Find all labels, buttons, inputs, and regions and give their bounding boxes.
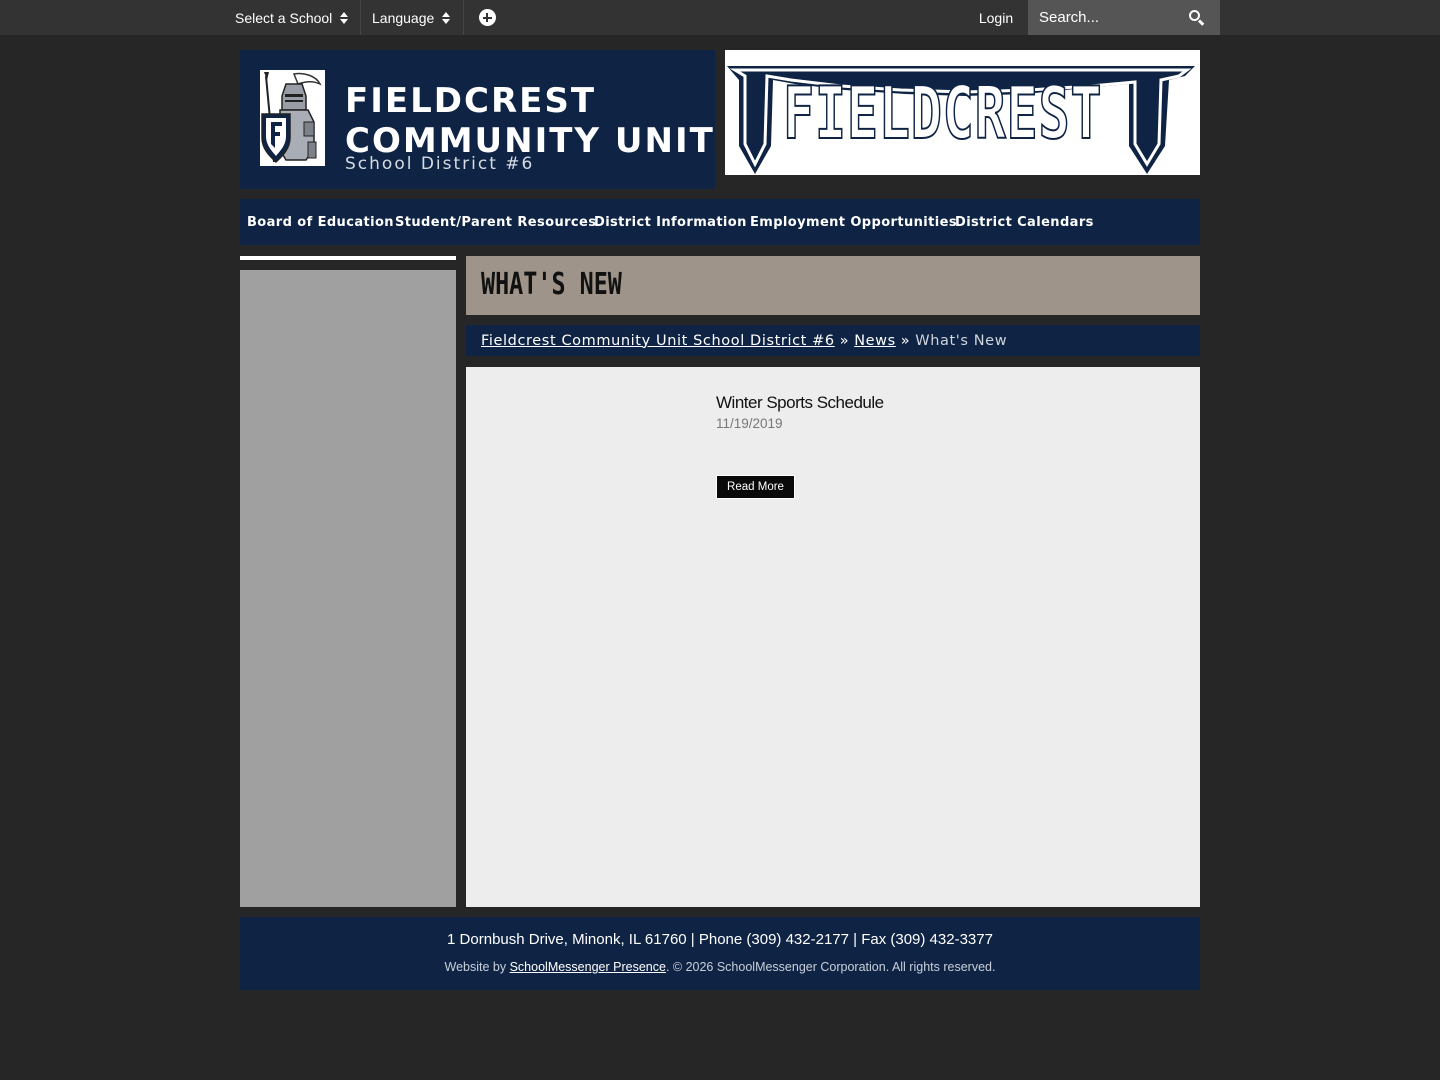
- read-more-button[interactable]: Read More: [716, 475, 795, 499]
- footer-copyright: . © 2026 SchoolMessenger Corporation. Al…: [665, 960, 996, 974]
- utility-bar: Select a School Language Login: [0, 0, 1440, 35]
- language-dropdown[interactable]: Language: [361, 0, 464, 35]
- breadcrumb-home-link[interactable]: Fieldcrest Community Unit School Distric…: [481, 333, 835, 349]
- footer: 1 Dornbush Drive, Minonk, IL 61760 | Pho…: [240, 917, 1200, 990]
- knight-crest-logo: [260, 70, 325, 166]
- sort-icon: [340, 11, 349, 24]
- nav-board-of-education[interactable]: Board of Education: [247, 199, 394, 245]
- district-name-line-1: FIELDCREST: [345, 81, 597, 121]
- news-item-title[interactable]: Winter Sports Schedule: [716, 393, 884, 413]
- login-link[interactable]: Login: [966, 0, 1026, 35]
- nav-employment-opportunities[interactable]: Employment Opportunities: [750, 199, 957, 245]
- select-school-label: Select a School: [235, 9, 333, 26]
- breadcrumb-separator: »: [839, 332, 850, 349]
- main-navigation: Board of Education Student/Parent Resour…: [240, 199, 1200, 245]
- sidebar: [240, 270, 456, 907]
- nav-student-parent-resources[interactable]: Student/Parent Resources: [395, 199, 596, 245]
- sort-icon: [442, 11, 451, 24]
- select-school-dropdown[interactable]: Select a School: [224, 0, 361, 35]
- language-label: Language: [372, 9, 435, 26]
- nav-district-information[interactable]: District Information: [594, 199, 747, 245]
- site-brand[interactable]: FIELDCREST COMMUNITY UNIT School Distric…: [240, 50, 715, 189]
- more-options-button[interactable]: [464, 0, 510, 35]
- footer-address: 1 Dornbush Drive, Minonk, IL 61760 | Pho…: [447, 931, 993, 948]
- login-label: Login: [978, 9, 1014, 26]
- banner-text: FIELDCREST: [782, 70, 1103, 156]
- breadcrumb-separator: »: [900, 332, 911, 349]
- search-button[interactable]: [1186, 8, 1208, 28]
- schoolmessenger-link[interactable]: SchoolMessenger Presence: [510, 960, 666, 974]
- nav-district-calendars[interactable]: District Calendars: [955, 199, 1094, 245]
- page-title: WHAT'S NEW: [481, 267, 622, 302]
- fieldcrest-banner-logo: FIELDCREST: [725, 50, 1200, 175]
- breadcrumb-current: What's New: [915, 332, 1008, 349]
- breadcrumb-news-link[interactable]: News: [854, 333, 896, 349]
- sidebar-divider: [240, 256, 456, 260]
- news-item-date: 11/19/2019: [716, 416, 783, 431]
- plus-circle-icon: [478, 9, 496, 26]
- footer-credit: Website by SchoolMessenger Presence. © 2…: [240, 960, 1200, 974]
- news-list: Winter Sports Schedule 11/19/2019 Read M…: [466, 367, 1200, 907]
- footer-credit-prefix: Website by: [444, 960, 510, 974]
- district-subtitle: School District #6: [345, 154, 535, 174]
- search-input[interactable]: [1028, 0, 1178, 35]
- search-box: [1028, 0, 1220, 35]
- knight-icon: [261, 72, 322, 164]
- breadcrumb: Fieldcrest Community Unit School Distric…: [466, 325, 1200, 356]
- page-title-bar: WHAT'S NEW: [466, 256, 1200, 315]
